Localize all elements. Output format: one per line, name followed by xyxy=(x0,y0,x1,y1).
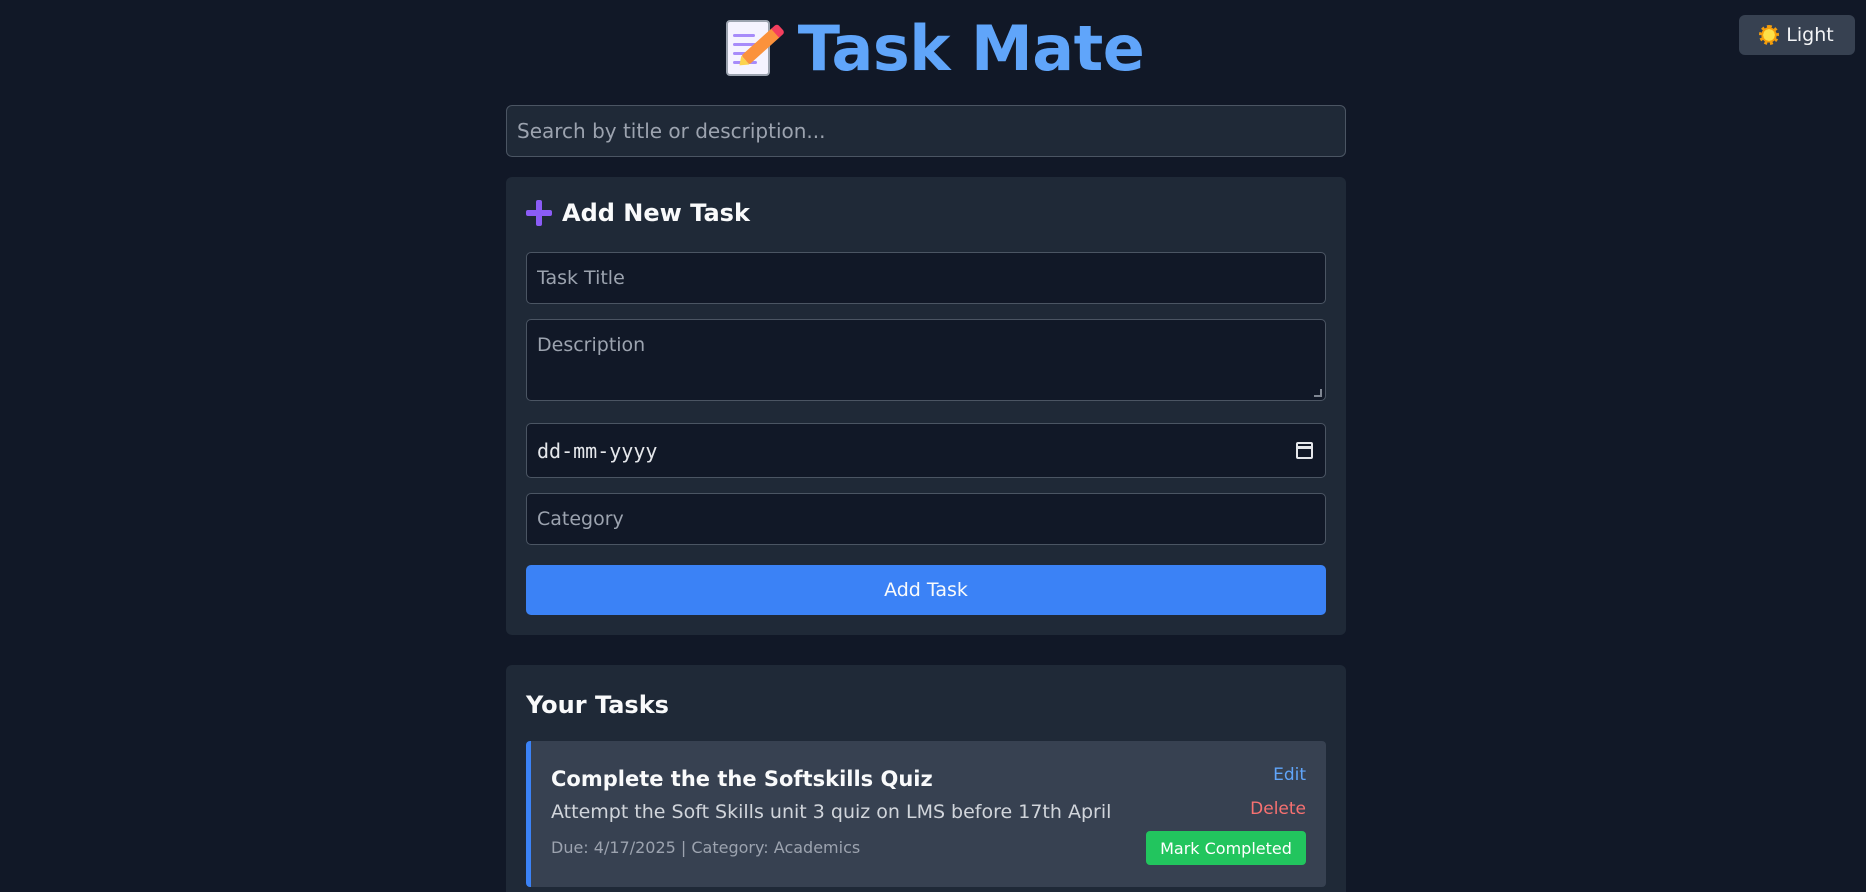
task-list-section: Your Tasks Complete the the Softskills Q… xyxy=(506,665,1346,892)
textarea-resize-handle[interactable] xyxy=(1314,389,1322,397)
task-list-heading: Your Tasks xyxy=(526,691,669,719)
task-meta: Due: 4/17/2025 | Category: Academics xyxy=(551,838,861,857)
edit-task-button[interactable]: Edit xyxy=(1273,765,1306,785)
add-task-button[interactable]: Add Task xyxy=(526,565,1326,615)
task-description: Attempt the Soft Skills unit 3 quiz on L… xyxy=(551,801,1112,823)
calendar-icon[interactable] xyxy=(1296,442,1313,459)
task-title: Complete the the Softskills Quiz xyxy=(551,767,933,791)
task-description-input[interactable] xyxy=(526,319,1326,401)
search-input[interactable] xyxy=(506,105,1346,157)
delete-task-button[interactable]: Delete xyxy=(1250,799,1306,819)
app-title: Task Mate xyxy=(797,12,1145,85)
due-date-placeholder: dd-mm-yyyy xyxy=(537,438,658,463)
task-title-input[interactable] xyxy=(526,252,1326,304)
plus-icon xyxy=(526,200,552,226)
mark-completed-button[interactable]: Mark Completed xyxy=(1146,831,1306,865)
due-date-input[interactable]: dd-mm-yyyy xyxy=(526,423,1326,478)
memo-icon xyxy=(722,18,781,80)
add-task-heading-label: Add New Task xyxy=(562,199,750,227)
category-input[interactable] xyxy=(526,493,1326,545)
add-task-form: Add New Task dd-mm-yyyy Add Task xyxy=(506,177,1346,635)
app-header: Task Mate xyxy=(0,12,1866,85)
add-task-heading: Add New Task xyxy=(526,199,750,227)
task-item: Complete the the Softskills Quiz Attempt… xyxy=(526,741,1326,887)
